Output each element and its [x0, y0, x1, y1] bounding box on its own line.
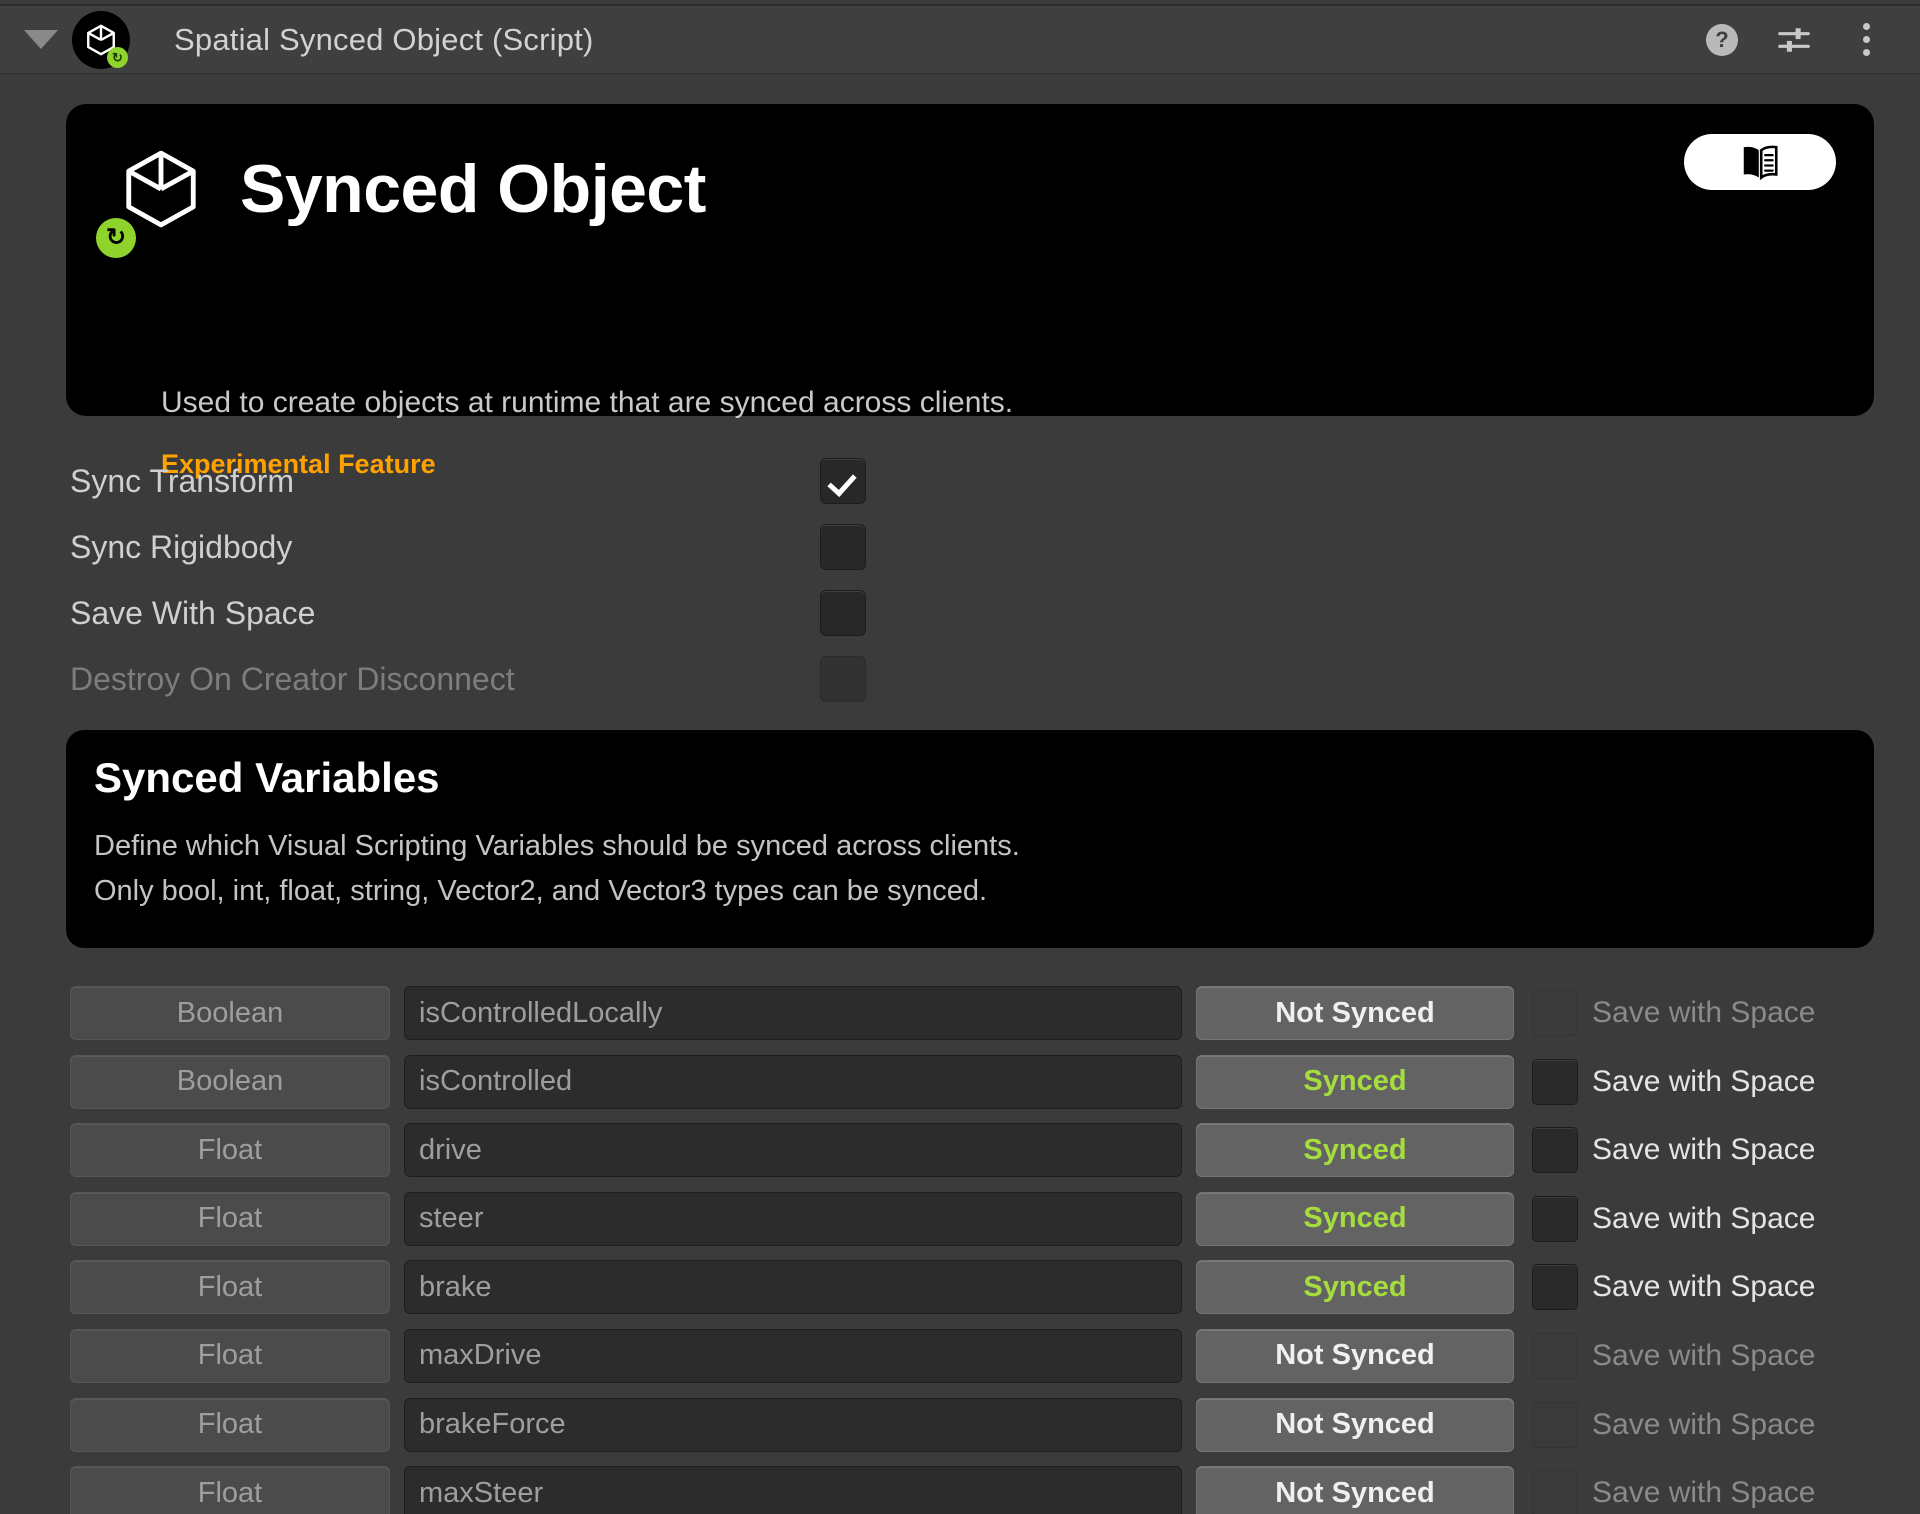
variable-type-dropdown[interactable]: Float	[70, 1123, 390, 1178]
variable-save-with-space-label: Save with Space	[1592, 1476, 1816, 1510]
variable-name-input[interactable]: isControlled	[404, 1054, 1182, 1109]
variable-row: Float steer Synced Save with Space	[0, 1188, 1920, 1257]
synced-object-banner: ↻ Synced Object Used to create objects a…	[66, 104, 1874, 479]
property-label: Destroy On Creator Disconnect	[70, 660, 515, 697]
header-actions: ?	[1702, 20, 1886, 60]
variable-name-input[interactable]: brakeForce	[404, 1397, 1182, 1452]
preset-button[interactable]	[1774, 20, 1814, 60]
variable-type-dropdown[interactable]: Boolean	[70, 1054, 390, 1109]
variable-save-with-space-checkbox	[1532, 1470, 1578, 1514]
sync-badge-icon: ↻	[107, 46, 128, 68]
variable-save-with-space-label: Save with Space	[1592, 1133, 1816, 1167]
variable-sync-toggle-button[interactable]: Synced	[1196, 1054, 1514, 1109]
variable-name-input[interactable]: steer	[404, 1191, 1182, 1246]
variable-save-with-space-label: Save with Space	[1592, 1338, 1816, 1372]
variable-save-with-space-label: Save with Space	[1592, 1270, 1816, 1304]
variable-save-with-space-checkbox[interactable]	[1532, 1264, 1578, 1311]
banner-title: Synced Object	[240, 151, 706, 227]
property-row: Sync Transform	[0, 448, 1920, 514]
variable-save-with-space-checkbox	[1532, 1332, 1578, 1379]
unity-inspector-panel: ↻ Spatial Synced Object (Script) ? ↻ Syn…	[0, 0, 1920, 1514]
component-cube-icon: ↻	[72, 10, 130, 69]
cube-glyph	[126, 150, 196, 228]
variable-sync-toggle-button[interactable]: Synced	[1196, 1123, 1514, 1178]
banner-sync-badge-icon: ↻	[96, 218, 136, 258]
help-icon: ?	[1706, 23, 1738, 56]
preset-sliders-icon	[1778, 27, 1810, 52]
variable-type-dropdown[interactable]: Float	[70, 1328, 390, 1383]
variable-save-with-space-checkbox[interactable]	[1532, 1058, 1578, 1105]
variable-sync-toggle-button[interactable]: Not Synced	[1196, 1397, 1514, 1452]
variable-save-with-space-checkbox[interactable]	[1532, 1195, 1578, 1242]
property-checkbox[interactable]	[820, 524, 866, 570]
context-menu-button[interactable]	[1846, 20, 1886, 60]
component-header-bar[interactable]: ↻ Spatial Synced Object (Script) ?	[0, 4, 1920, 74]
property-label: Save With Space	[70, 594, 316, 631]
variable-save-with-space-checkbox[interactable]	[1532, 1127, 1578, 1174]
banner-description: Used to create objects at runtime that a…	[161, 386, 1014, 419]
variable-row: Float drive Synced Save with Space	[0, 1119, 1920, 1188]
variable-sync-toggle-button[interactable]: Not Synced	[1196, 1466, 1514, 1514]
property-rows: Sync Transform Sync Rigidbody Save With Sp…	[0, 448, 1920, 712]
foldout-triangle-down-icon[interactable]	[24, 30, 58, 49]
variable-type-dropdown[interactable]: Boolean	[70, 986, 390, 1040]
documentation-button[interactable]	[1684, 134, 1836, 190]
variable-row: Float maxSteer Not Synced Save with Space	[0, 1462, 1920, 1514]
variable-row: Float brake Synced Save with Space	[0, 1256, 1920, 1325]
variable-name-input[interactable]: isControlledLocally	[404, 986, 1182, 1040]
banner-cube-icon: ↻	[96, 146, 204, 258]
variable-name-input[interactable]: drive	[404, 1123, 1182, 1178]
variable-save-with-space-checkbox	[1532, 990, 1578, 1036]
property-label: Sync Rigidbody	[70, 528, 293, 565]
variable-name-input[interactable]: maxDrive	[404, 1328, 1182, 1383]
variable-type-dropdown[interactable]: Float	[70, 1260, 390, 1315]
property-checkbox	[820, 656, 866, 702]
variable-row: Boolean isControlled Synced Save with Space	[0, 1051, 1920, 1120]
variable-save-with-space-label: Save with Space	[1592, 996, 1816, 1029]
variable-sync-toggle-button[interactable]: Synced	[1196, 1260, 1514, 1315]
help-button[interactable]: ?	[1702, 20, 1742, 60]
variable-row: Boolean isControlledLocally Not Synced Save…	[0, 982, 1920, 1051]
banner-title-row: ↻ Synced Object	[96, 146, 706, 258]
kebab-menu-icon	[1862, 23, 1870, 56]
property-row: Destroy On Creator Disconnect	[0, 646, 1920, 712]
variable-save-with-space-label: Save with Space	[1592, 1201, 1816, 1235]
open-book-icon	[1743, 145, 1778, 181]
property-checkbox[interactable]	[820, 590, 866, 636]
property-row: Sync Rigidbody	[0, 514, 1920, 580]
variable-sync-toggle-button[interactable]: Synced	[1196, 1191, 1514, 1246]
variable-row: Float brakeForce Not Synced Save with Space	[0, 1394, 1920, 1463]
property-row: Save With Space	[0, 580, 1920, 646]
variable-sync-toggle-button[interactable]: Not Synced	[1196, 986, 1514, 1040]
variable-type-dropdown[interactable]: Float	[70, 1397, 390, 1452]
variable-name-input[interactable]: maxSteer	[404, 1466, 1182, 1514]
checkmark-icon	[828, 466, 858, 496]
synced-variables-banner: Synced Variables Define which Visual Scr…	[66, 730, 1874, 948]
variable-type-dropdown[interactable]: Float	[70, 1191, 390, 1246]
property-label: Sync Transform	[70, 462, 295, 499]
variable-row: Float maxDrive Not Synced Save with Space	[0, 1325, 1920, 1394]
synced-variables-table: Boolean isControlledLocally Not Synced Save…	[0, 982, 1920, 1514]
synced-variables-desc-line1: Define which Visual Scripting Variables …	[94, 830, 1020, 862]
property-checkbox[interactable]	[820, 458, 866, 504]
variable-sync-toggle-button[interactable]: Not Synced	[1196, 1328, 1514, 1383]
variable-type-dropdown[interactable]: Float	[70, 1466, 390, 1514]
variable-save-with-space-checkbox	[1532, 1401, 1578, 1448]
variable-name-input[interactable]: brake	[404, 1260, 1182, 1315]
component-title: Spatial Synced Object (Script)	[174, 21, 594, 57]
variable-save-with-space-label: Save with Space	[1592, 1064, 1816, 1098]
variable-save-with-space-label: Save with Space	[1592, 1407, 1816, 1441]
synced-variables-title: Synced Variables	[94, 754, 440, 801]
synced-variables-desc-line2: Only bool, int, float, string, Vector2, …	[94, 875, 988, 907]
